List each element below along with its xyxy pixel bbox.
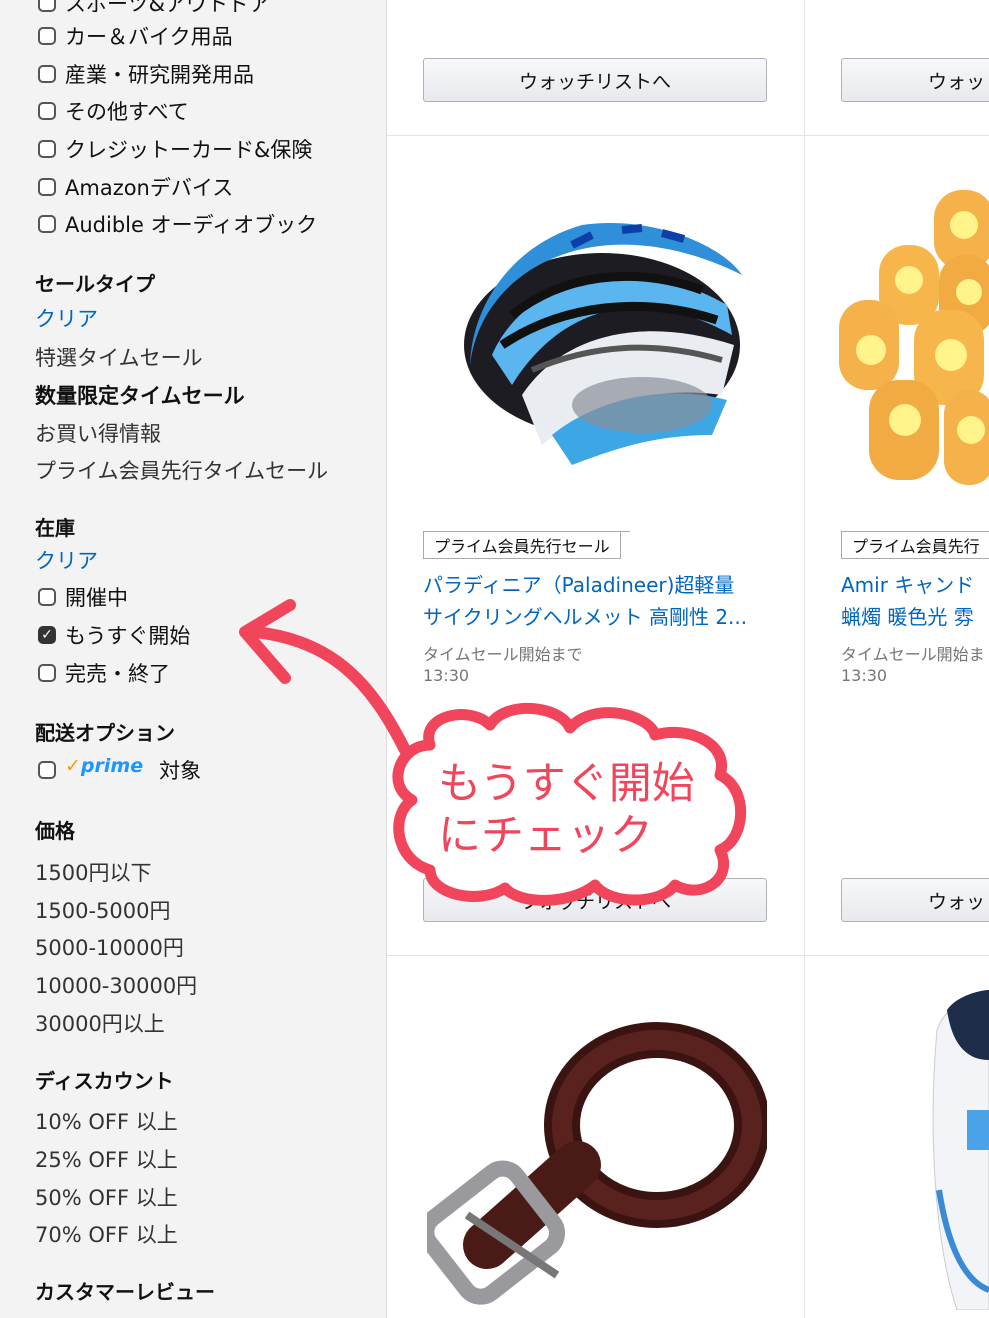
checkbox-checked[interactable]: ✓: [38, 626, 56, 644]
sale-type-option-limited[interactable]: 数量限定タイムセール: [35, 380, 245, 410]
sale-type-option-deals[interactable]: お買い得情報: [35, 418, 161, 448]
checkbox[interactable]: [38, 65, 56, 83]
checkbox[interactable]: [38, 102, 56, 120]
discount-option[interactable]: 50% OFF 以上: [35, 1182, 178, 1212]
grid-divider: [387, 135, 989, 136]
stock-heading: 在庫: [35, 516, 75, 540]
filter-category-audible[interactable]: Audible オーディオブック: [38, 209, 317, 239]
price-option[interactable]: 10000-30000円: [35, 970, 197, 1000]
product-title-link[interactable]: Amir キャンド: [841, 569, 989, 601]
price-option[interactable]: 30000円以上: [35, 1008, 165, 1038]
prime-logo-icon: ✓prime: [65, 755, 144, 777]
filter-category-credit-card[interactable]: クレジットーカード&保険: [38, 134, 312, 164]
product-title-link[interactable]: 蝋燭 暖色光 雰: [841, 601, 989, 633]
grid-divider: [387, 955, 989, 956]
discount-option[interactable]: 70% OFF 以上: [35, 1219, 178, 1249]
filter-category-industrial[interactable]: 産業・研究開発用品: [38, 59, 254, 89]
sale-type-option-prime-early[interactable]: プライム会員先行タイムセール: [35, 455, 328, 485]
discount-heading: ディスカウント: [35, 1069, 174, 1093]
prime-early-sale-badge: プライム会員先行セール: [423, 531, 630, 559]
grid-divider: [804, 0, 805, 1318]
price-option[interactable]: 5000-10000円: [35, 932, 184, 962]
annotation-line: にチェック: [438, 811, 653, 861]
product-grid: ウォッチリストへ ウォッ プライム会員先行セール パラディニア（Paladine…: [387, 0, 989, 1318]
customer-review-heading: カスタマーレビュー: [35, 1280, 215, 1304]
sale-type-clear-link[interactable]: クリア: [35, 303, 98, 333]
filter-category-sports[interactable]: スポーツ&アウトドア: [38, 0, 270, 18]
sale-type-heading: セールタイプ: [35, 272, 155, 296]
checkbox[interactable]: [38, 178, 56, 196]
stock-clear-link[interactable]: クリア: [35, 545, 98, 575]
filter-category-all-others[interactable]: その他すべて: [38, 96, 189, 126]
product-title-link[interactable]: パラディニア（Paladineer)超軽量: [423, 569, 783, 601]
stock-option-soldout[interactable]: 完売・終了: [38, 658, 170, 688]
sale-status-text: タイムセール開始まで: [423, 645, 583, 664]
sale-type-option-featured[interactable]: 特選タイムセール: [35, 342, 203, 372]
checkbox[interactable]: [38, 588, 56, 606]
checkbox[interactable]: [38, 664, 56, 682]
discount-option[interactable]: 25% OFF 以上: [35, 1144, 178, 1174]
shipping-prime-option[interactable]: ✓prime 対象: [38, 755, 201, 785]
filter-sidebar: スポーツ&アウトドア カー＆バイク用品 産業・研究開発用品 その他すべて クレジ…: [0, 0, 387, 1318]
annotation-line: もうすぐ開始: [438, 759, 695, 809]
watchlist-button[interactable]: ウォッチリストへ: [423, 878, 767, 922]
annotation-callout: もうすぐ開始 にチェック: [438, 758, 695, 862]
product-image-candles[interactable]: [839, 180, 989, 490]
price-option[interactable]: 1500円以下: [35, 857, 151, 887]
product-image-belt[interactable]: [427, 1015, 767, 1305]
discount-option[interactable]: 10% OFF 以上: [35, 1106, 178, 1136]
price-heading: 価格: [35, 819, 75, 843]
checkbox[interactable]: [38, 140, 56, 158]
checkbox[interactable]: [38, 761, 56, 779]
shipping-heading: 配送オプション: [35, 721, 175, 745]
filter-category-amazon-devices[interactable]: Amazonデバイス: [38, 172, 233, 202]
filter-category-car-bike[interactable]: カー＆バイク用品: [38, 21, 233, 51]
stock-option-upcoming[interactable]: ✓ もうすぐ開始: [38, 620, 190, 650]
stock-option-active[interactable]: 開催中: [38, 582, 128, 612]
sale-status-text: タイムセール開始ま: [841, 645, 985, 664]
price-option[interactable]: 1500-5000円: [35, 895, 170, 925]
product-image-helmet[interactable]: [452, 195, 752, 475]
sale-start-time: 13:30: [841, 666, 888, 685]
checkbox[interactable]: [38, 27, 56, 45]
watchlist-button[interactable]: ウォッ: [841, 58, 989, 102]
checkbox[interactable]: [38, 0, 56, 12]
product-image-appliance[interactable]: [927, 990, 989, 1310]
sale-start-time: 13:30: [423, 666, 470, 685]
product-title-link[interactable]: サイクリングヘルメット 高剛性 2...: [423, 601, 783, 633]
checkbox[interactable]: [38, 215, 56, 233]
prime-early-sale-badge: プライム会員先行: [841, 531, 989, 559]
watchlist-button[interactable]: ウォッ: [841, 878, 989, 922]
watchlist-button[interactable]: ウォッチリストへ: [423, 58, 767, 102]
